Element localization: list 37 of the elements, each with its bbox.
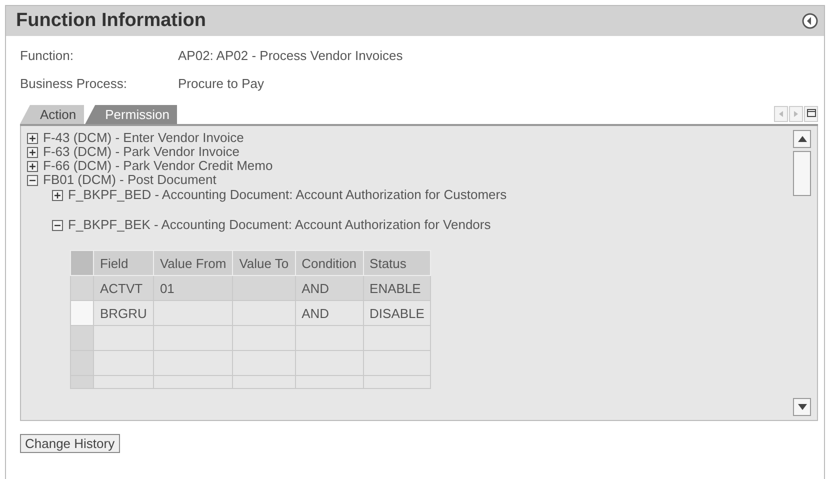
table-cell: DISABLE — [363, 300, 431, 326]
field-value: AP02: AP02 - Process Vendor Invoices — [178, 48, 403, 63]
column-header: Value From — [153, 250, 233, 276]
tab[interactable]: Permission — [85, 105, 178, 124]
back-icon[interactable] — [802, 13, 818, 29]
tree-item[interactable]: F-66 (DCM) - Park Vendor Credit Memo — [43, 159, 273, 173]
field-label: Function: — [20, 48, 74, 63]
table-cell: AND — [295, 276, 364, 300]
tree-item[interactable]: F-63 (DCM) - Park Vendor Invoice — [43, 145, 240, 159]
field-value: Procure to Pay — [178, 76, 264, 91]
column-header: Value To — [232, 250, 296, 276]
tree-item[interactable]: F_BKPF_BEK - Accounting Document: Account Authorization for Vendors — [68, 218, 491, 232]
expand-icon[interactable] — [27, 160, 38, 172]
tree-item[interactable]: F-43 (DCM) - Enter Vendor Invoice — [43, 131, 244, 145]
column-header: Field — [94, 250, 154, 276]
table-cell: BRGRU — [94, 300, 154, 326]
column-header: Condition — [295, 250, 364, 276]
expand-icon[interactable] — [27, 132, 38, 144]
tree-item[interactable]: F_BKPF_BED - Accounting Document: Account Authorization for Customers — [68, 188, 507, 202]
expand-icon[interactable] — [27, 146, 38, 158]
table-cell: ACTVT — [94, 276, 154, 300]
panel-title: Function Information — [16, 10, 206, 32]
table-cell: 01 — [153, 276, 233, 300]
scroll-down-icon[interactable] — [793, 398, 811, 416]
collapse-icon[interactable] — [27, 174, 38, 186]
window-icon[interactable] — [804, 106, 818, 122]
table-cell: ENABLE — [363, 276, 431, 300]
tree-item[interactable]: FB01 (DCM) - Post Document — [43, 173, 216, 187]
change-history-button[interactable]: Change History — [20, 434, 120, 453]
expand-icon[interactable] — [52, 190, 63, 200]
scroll-up-icon[interactable] — [793, 130, 811, 148]
field-label: Business Process: — [20, 76, 128, 91]
table-cell: AND — [295, 300, 364, 326]
scroll-thumb[interactable] — [793, 151, 811, 196]
column-header: Status — [363, 250, 431, 276]
collapse-icon[interactable] — [52, 220, 63, 230]
tab[interactable]: Action — [20, 105, 84, 124]
